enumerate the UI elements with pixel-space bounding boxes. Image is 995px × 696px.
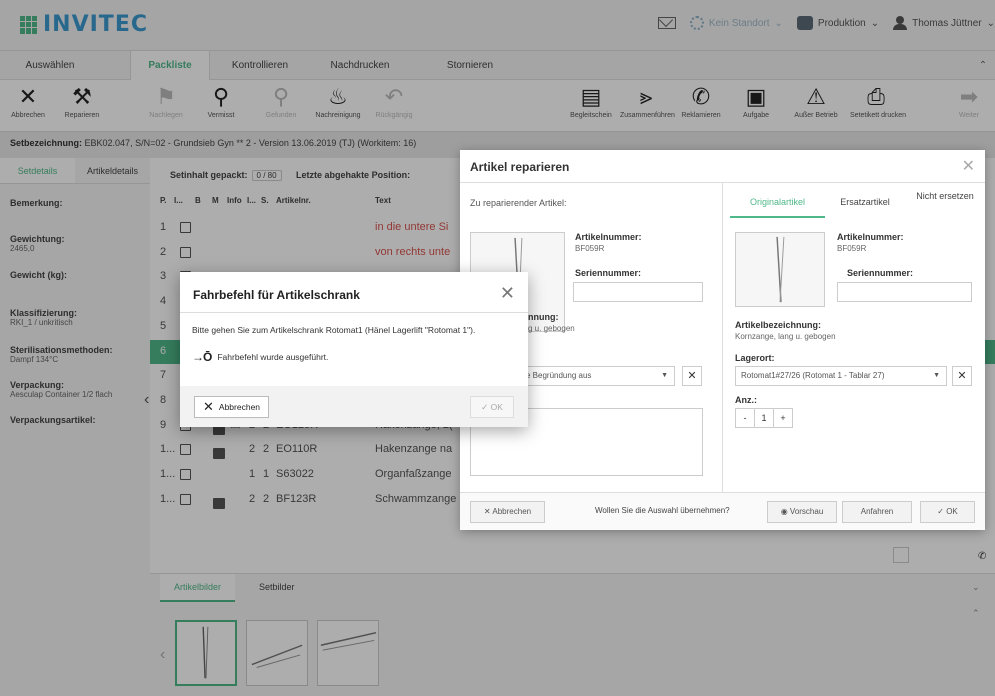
quantity-value[interactable]: 1 xyxy=(754,408,774,428)
quantity-stepper[interactable]: - 1 + xyxy=(735,408,793,428)
confirm-question: Wollen Sie die Auswahl übernehmen? xyxy=(595,506,730,515)
storage-location-select[interactable]: Rotomat1#27/26 (Rotomat 1 - Tablar 27) ▼ xyxy=(735,366,947,386)
modal-title: Fahrbefehl für Artikelschrank xyxy=(193,288,360,302)
increment-button[interactable]: + xyxy=(773,408,793,428)
tab-originalartikel[interactable]: Originalartikel xyxy=(730,186,825,218)
repair-cancel-button[interactable]: ✕ Abbrechen xyxy=(470,501,545,523)
clear-location-button[interactable]: ✕ xyxy=(952,366,972,386)
tab-ersatzartikel[interactable]: Ersatzartikel xyxy=(830,186,900,218)
modal-ok-button[interactable]: ✓ OK xyxy=(470,396,514,418)
move-command-icon: →Ō xyxy=(192,350,212,364)
to-repair-label: Zu reparierender Artikel: xyxy=(470,198,567,208)
serial-number-input[interactable] xyxy=(837,282,972,302)
fahrbefehl-modal: Fahrbefehl für Artikelschrank ✕ Bitte ge… xyxy=(180,272,528,427)
modal-cancel-button[interactable]: ✕ Abbrechen xyxy=(194,396,270,418)
modal-status: →Ō Fahrbefehl wurde ausgeführt. xyxy=(192,350,329,364)
close-icon[interactable]: ✕ xyxy=(962,156,975,176)
repair-dialog-footer: ✕ Abbrechen Wollen Sie die Auswahl übern… xyxy=(460,492,985,530)
repair-ok-button[interactable]: ✓ OK xyxy=(920,501,975,523)
repair-dialog-title: Artikel reparieren xyxy=(470,160,570,174)
modal-footer: ✕ Abbrechen ✓ OK xyxy=(180,386,528,427)
article-image xyxy=(735,232,825,307)
close-icon[interactable]: ✕ xyxy=(500,283,515,304)
modal-message: Bitte gehen Sie zum Artikelschrank Rotom… xyxy=(192,325,476,335)
eye-icon: ◉ xyxy=(780,507,788,516)
preview-button[interactable]: ◉ Vorschau xyxy=(767,501,837,523)
anfahren-button[interactable]: Anfahren xyxy=(842,501,912,523)
clear-reason-button[interactable]: ✕ xyxy=(682,366,702,386)
serial-number-input[interactable] xyxy=(573,282,703,302)
repair-dialog: Artikel reparieren ✕ Zu reparierender Ar… xyxy=(460,150,985,530)
reason-select[interactable]: e Begründung aus ▼ xyxy=(520,366,675,386)
decrement-button[interactable]: - xyxy=(735,408,755,428)
tab-nicht-ersetzen[interactable]: Nicht ersetzen xyxy=(915,186,975,218)
close-icon: ✕ xyxy=(203,399,214,414)
